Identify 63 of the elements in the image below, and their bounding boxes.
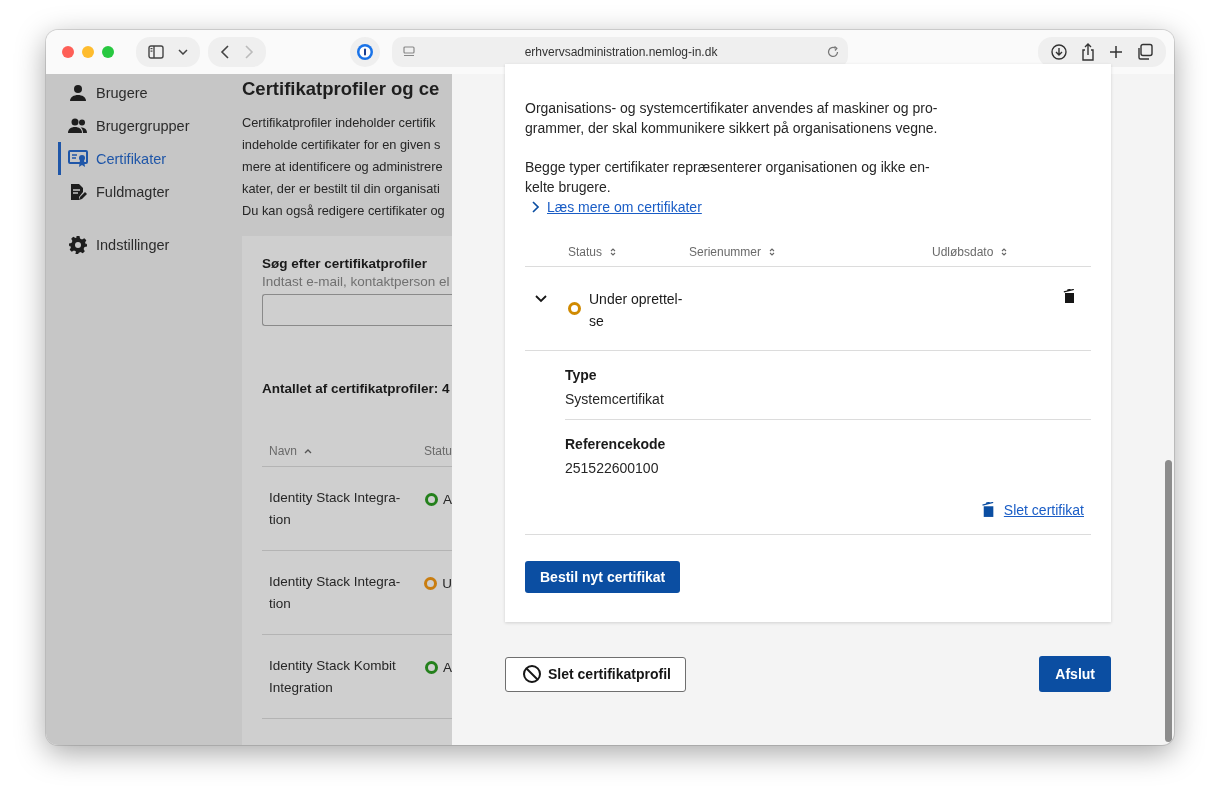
- chevron-down-icon[interactable]: [178, 49, 188, 55]
- detail-value: 251522600100: [565, 459, 660, 478]
- sidebar-item[interactable]: Fuldmagter: [58, 175, 242, 208]
- description-text: Begge typer certifikater repræsenterer organisationen og ikke en- kelte brugere.: [525, 158, 931, 197]
- prohibited-icon: [522, 664, 542, 684]
- person-icon: [68, 83, 88, 102]
- column-header[interactable]: Navn: [269, 444, 424, 458]
- sidebar-item[interactable]: Indstillinger: [58, 228, 242, 261]
- sort-ascending-icon: [304, 448, 312, 454]
- delete-certificate-link[interactable]: Slet certifikat: [1003, 500, 1084, 520]
- read-more-link[interactable]: Læs mere om certifikater: [547, 197, 702, 217]
- table-cell-text: Identity Stack Integra- tion: [269, 572, 402, 613]
- reload-icon[interactable]: [826, 45, 840, 59]
- column-header[interactable]: Statu: [423, 444, 452, 458]
- column-header[interactable]: Udløbsdato: [932, 244, 1008, 259]
- profile-count: Antallet af certifikatprofiler: 4: [262, 381, 451, 396]
- sidebar-item[interactable]: Certifikater: [58, 142, 242, 175]
- password-extension-button[interactable]: [350, 37, 380, 67]
- download-icon[interactable]: [1050, 43, 1068, 61]
- certificate-icon: [68, 149, 88, 168]
- order-certificate-button[interactable]: Bestil nyt certifikat: [525, 561, 681, 593]
- page-title: Certifikatprofiler og ce: [242, 77, 441, 101]
- table-cell-text: Under oprettel- se: [589, 289, 683, 331]
- sort-icon: [769, 246, 776, 257]
- search-field[interactable]: [262, 294, 452, 326]
- sort-icon: [610, 246, 617, 257]
- chevron-down-icon[interactable]: [535, 294, 547, 303]
- table-cell: U: [442, 576, 452, 591]
- sidebar-item[interactable]: Brugergrupper: [58, 109, 242, 142]
- table-cell: A: [443, 492, 452, 507]
- keyhole-icon: [356, 43, 374, 61]
- address-bar[interactable]: erhvervsadministration.nemlog-in.dk: [392, 37, 848, 67]
- column-header[interactable]: Serienummer: [689, 244, 932, 259]
- chevron-right-icon: [531, 201, 539, 213]
- description-text: Organisations- og systemcertifikater anvendes af maskiner og pro- grammer, der skal kommunikere sikkert på organisationens vegne.: [525, 99, 939, 138]
- document-edit-icon: [68, 182, 88, 201]
- delete-profile-button[interactable]: Slet certifikatprofil: [505, 656, 686, 692]
- detail-label: Referencekode: [565, 435, 667, 454]
- trash-icon[interactable]: [1063, 289, 1075, 304]
- scrollbar-thumb[interactable]: [1165, 460, 1172, 742]
- close-icon[interactable]: [62, 46, 74, 58]
- search-hint: Indtast e-mail, kontaktperson el: [262, 274, 451, 289]
- table-cell-text: Identity Stack Kombit Integration: [269, 656, 397, 697]
- close-button[interactable]: Afslut: [1039, 656, 1111, 692]
- trash-icon: [980, 502, 995, 518]
- page-icon: [402, 45, 416, 59]
- sidebar-item[interactable]: Brugere: [58, 76, 242, 109]
- search-label: Søg efter certifikatprofiler: [262, 256, 429, 271]
- share-icon[interactable]: [1080, 42, 1096, 62]
- url-text: erhvervsadministration.nemlog-in.dk: [523, 45, 719, 59]
- detail-value: Systemcertifikat: [565, 390, 665, 409]
- column-header[interactable]: Status: [568, 244, 689, 259]
- plus-icon[interactable]: [1108, 44, 1124, 60]
- back-icon[interactable]: [220, 44, 230, 60]
- detail-label: Type: [565, 366, 598, 385]
- table-cell-text: Identity Stack Integra- tion: [269, 488, 402, 529]
- tabs-overview-icon[interactable]: [1136, 43, 1154, 61]
- intro-text: Certifikatprofiler indeholder certifik indeholde certifikater for en given s mere at identificere og administrere kater, der er bestilt til din organisati Du kan også redigere certifikater og: [242, 114, 446, 220]
- settings-icon: [68, 235, 88, 254]
- sidebar-icon[interactable]: [148, 45, 164, 59]
- people-icon: [68, 117, 88, 134]
- sort-icon: [1001, 246, 1008, 257]
- table-cell: A: [443, 660, 452, 675]
